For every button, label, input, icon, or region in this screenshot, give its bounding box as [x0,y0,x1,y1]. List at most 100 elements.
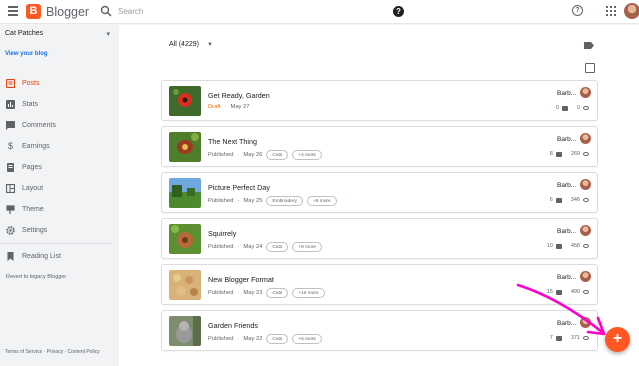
post-author: Barb... [557,90,577,97]
posts-icon [6,79,15,88]
post-stats: 6 346 [550,197,589,203]
sidebar-item-comments[interactable]: Comments [0,115,118,136]
post-date: May 26 [243,152,263,158]
sidebar-item-layout[interactable]: Layout [0,178,118,199]
post-status: Draft [208,104,221,110]
post-thumbnail [169,178,201,208]
post-stats: 15 490 [547,289,589,295]
label-icon[interactable] [584,42,594,49]
sidebar-item-label: Settings [22,227,48,234]
sidebar-item-label: Comments [22,122,56,129]
label-chip[interactable]: Cats [266,334,289,344]
sidebar-item-reading-list[interactable]: Reading List [0,246,118,267]
post-title[interactable]: Garden Friends [208,321,258,330]
meta-separator: · [224,104,227,110]
blogger-logo-icon[interactable]: B [26,4,41,19]
more-labels-chip[interactable]: +10 more [292,288,325,298]
apps-grid-icon[interactable] [606,6,616,16]
post-author: Barb... [557,182,577,189]
sidebar-item-stats[interactable]: Stats [0,94,118,115]
post-stats: 8 269 [550,151,589,157]
post-row[interactable]: Picture Perfect Day Published · May 25 Em… [161,172,598,213]
revert-legacy-link[interactable]: Revert to legacy Blogger [6,274,66,280]
label-chip[interactable]: Embroidery [266,196,303,206]
eye-icon [583,244,589,248]
post-date: May 23 [243,290,263,296]
post-status: Published [208,244,234,250]
label-chip[interactable]: Cats [266,288,289,298]
post-title[interactable]: Get Ready, Garden [208,91,270,100]
sidebar-item-settings[interactable]: Settings [0,220,118,241]
more-labels-chip[interactable]: +5 more [292,334,323,344]
post-date: May 22 [243,336,263,342]
blog-selector[interactable]: Cat Patches ▾ [5,30,110,42]
post-meta: Draft · May 27 [208,104,250,110]
menu-icon[interactable] [8,6,18,16]
eye-icon [583,290,589,294]
comment-icon [555,197,562,203]
author-avatar [580,133,591,144]
post-meta: Published · May 22 Cats +5 more [208,334,323,344]
post-date: May 27 [230,104,250,110]
view-count: 346 [570,197,580,203]
post-author: Barb... [557,136,577,143]
post-row[interactable]: Get Ready, Garden Draft · May 27 Barb...… [161,80,598,121]
post-stats: 0 0 [556,105,589,111]
post-meta: Published · May 26 Cats +4 more [208,150,323,160]
search-icon[interactable] [100,5,112,17]
view-count: 0 [576,105,580,111]
app-title: Blogger [46,5,90,19]
post-title[interactable]: Squirrely [208,229,236,238]
search-input[interactable] [118,4,348,19]
post-row[interactable]: Garden Friends Published · May 22 Cats +5… [161,310,598,351]
footer-links[interactable]: Terms of Service · Privacy · Content Pol… [5,349,100,355]
post-thumbnail [169,132,201,162]
sidebar-item-label: Layout [22,185,44,192]
sidebar-item-label: Earnings [22,143,50,150]
help-icon[interactable]: ? [393,6,404,17]
sidebar-item-pages[interactable]: Pages [0,157,118,178]
sidebar-item-earnings[interactable]: $ Earnings [0,136,118,157]
posts-panel: All (4229) ▼ Get Ready, Garden Draft · Ma… [119,25,639,366]
help-outline-icon[interactable]: ? [572,5,583,16]
more-labels-chip[interactable]: +4 more [292,150,323,160]
view-blog-link[interactable]: View your blog [5,51,48,57]
sidebar-item-label: Stats [22,101,38,108]
sidebar-item-theme[interactable]: Theme [0,199,118,220]
post-thumbnail [169,316,201,346]
comment-icon [561,105,568,111]
comment-icon [555,151,562,157]
comment-icon [555,289,562,295]
post-row[interactable]: The Next Thing Published · May 26 Cats +4… [161,126,598,167]
post-title[interactable]: New Blogger Format [208,275,274,284]
more-labels-chip[interactable]: +8 more [292,242,323,252]
post-title[interactable]: The Next Thing [208,137,257,146]
sidebar: Cat Patches ▾ View your blog Posts Stats… [0,25,118,366]
comment-count: 8 [549,151,553,157]
post-status: Published [208,336,234,342]
post-status: Published [208,198,234,204]
author-avatar [580,87,591,98]
post-date: May 25 [243,198,263,204]
select-all-checkbox[interactable] [585,63,595,73]
comment-count: 7 [549,335,553,341]
eye-icon [583,198,589,202]
label-chip[interactable]: Cats [266,150,289,160]
post-row[interactable]: Squirrely Published · May 24 Cats +8 more… [161,218,598,259]
sidebar-item-posts[interactable]: Posts [0,73,118,94]
meta-separator: · [237,290,240,296]
post-status: Published [208,290,234,296]
new-post-button[interactable]: + [605,327,630,352]
account-avatar[interactable] [624,3,639,19]
label-chip[interactable]: Cats [266,242,289,252]
more-labels-chip[interactable]: +6 more [306,196,337,206]
view-count: 269 [570,151,580,157]
comments-icon [6,121,15,130]
filter-label: All (4229) [169,41,199,48]
post-row[interactable]: New Blogger Format Published · May 23 Cat… [161,264,598,305]
post-title[interactable]: Picture Perfect Day [208,183,270,192]
post-author: Barb... [557,228,577,235]
comment-count: 15 [546,289,553,295]
top-bar: B Blogger ? ? [0,0,639,24]
posts-filter-dropdown[interactable]: All (4229) ▼ [169,41,213,48]
